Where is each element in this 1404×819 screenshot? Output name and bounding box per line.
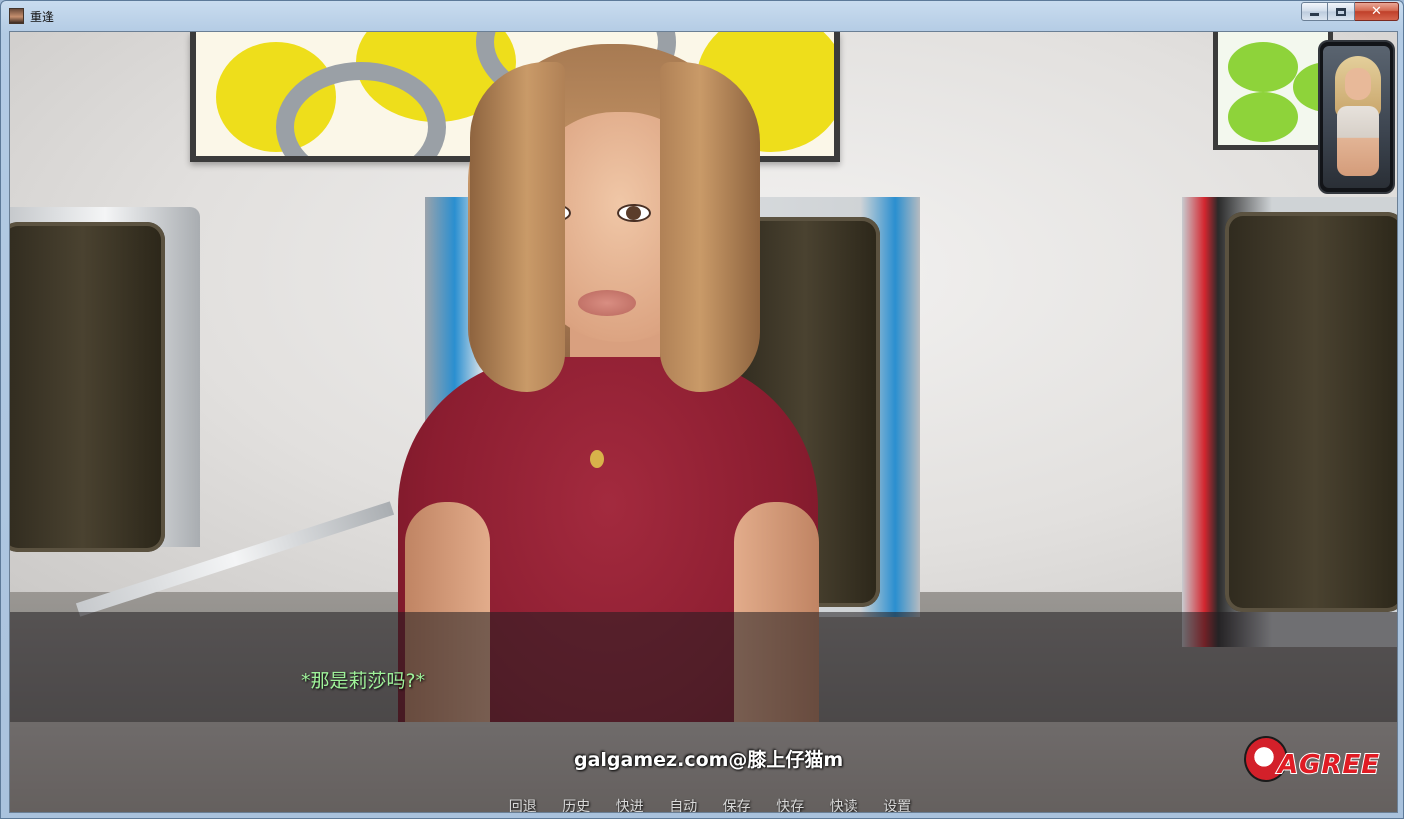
dialogue-text: *那是莉莎吗?* bbox=[301, 670, 426, 692]
phone-character-face bbox=[1345, 68, 1371, 100]
window-controls: ✕ bbox=[1301, 2, 1399, 21]
quick-menu-save[interactable]: 保存 bbox=[710, 796, 764, 812]
chair-right-pad bbox=[1225, 212, 1397, 612]
title-bar[interactable]: 重逢 ✕ bbox=[1, 1, 1403, 31]
character-eye-right bbox=[617, 204, 651, 222]
game-window: 重逢 ✕ *那是莉莎吗?* galgamez.com@膝上仔猫m 回退 历史 快… bbox=[0, 0, 1404, 819]
app-icon bbox=[9, 8, 24, 24]
agree-logo: AGREE bbox=[1244, 736, 1386, 790]
close-button[interactable]: ✕ bbox=[1355, 2, 1399, 21]
maximize-icon bbox=[1336, 7, 1346, 16]
phone-character-body bbox=[1337, 106, 1379, 176]
game-viewport[interactable]: *那是莉莎吗?* galgamez.com@膝上仔猫m 回退 历史 快进 自动 … bbox=[9, 31, 1398, 813]
phone-screen bbox=[1323, 46, 1390, 188]
quick-menu-quick-save[interactable]: 快存 bbox=[764, 796, 818, 812]
chair-left-pad bbox=[10, 222, 165, 552]
character-hair-right bbox=[660, 62, 760, 392]
character-hair-left bbox=[470, 62, 565, 392]
watermark-text: galgamez.com@膝上仔猫m bbox=[574, 749, 844, 771]
maximize-button[interactable] bbox=[1328, 2, 1355, 21]
quick-menu-rollback[interactable]: 回退 bbox=[496, 796, 550, 812]
logo-text: AGREE bbox=[1277, 749, 1381, 781]
quick-menu-history[interactable]: 历史 bbox=[550, 796, 604, 812]
window-title: 重逢 bbox=[30, 10, 55, 24]
dialogue-box[interactable] bbox=[10, 612, 1397, 812]
wall-painting-right bbox=[1213, 32, 1333, 150]
minimize-icon bbox=[1310, 13, 1319, 16]
minimize-button[interactable] bbox=[1301, 2, 1328, 21]
character-necklace-pendant bbox=[590, 450, 604, 468]
quick-menu: 回退 历史 快进 自动 保存 快存 快读 设置 bbox=[496, 796, 925, 812]
quick-menu-quick-load[interactable]: 快读 bbox=[817, 796, 871, 812]
quick-menu-auto[interactable]: 自动 bbox=[657, 796, 711, 812]
quick-menu-skip[interactable]: 快进 bbox=[603, 796, 657, 812]
phone-button[interactable] bbox=[1318, 40, 1395, 194]
quick-menu-settings[interactable]: 设置 bbox=[871, 796, 925, 812]
close-icon: ✕ bbox=[1371, 4, 1382, 19]
character-lips bbox=[578, 290, 636, 316]
